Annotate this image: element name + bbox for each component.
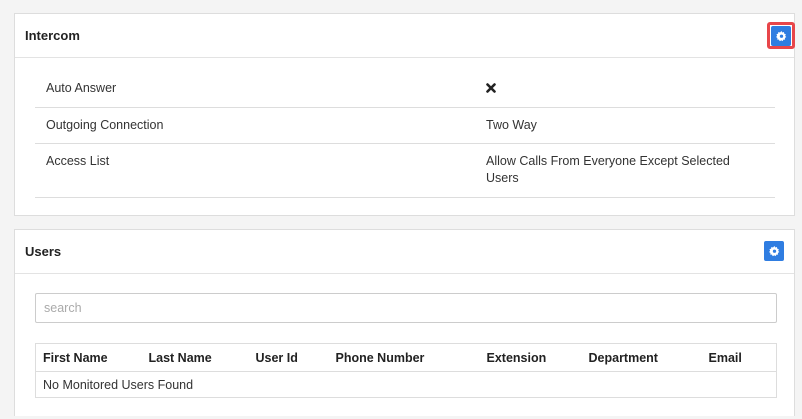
intercom-settings-table: Auto Answer Outgoing Connection Two Way … xyxy=(35,71,775,198)
users-panel-heading: Users xyxy=(15,230,794,274)
gear-icon xyxy=(775,30,786,41)
intercom-panel: Intercom Auto Answer Outgoing Connection… xyxy=(14,13,795,216)
setting-value: Two Way xyxy=(486,118,537,132)
setting-row-outgoing-connection: Outgoing Connection Two Way xyxy=(35,108,775,144)
users-table: First Name Last Name User Id Phone Numbe… xyxy=(35,343,777,398)
table-row: No Monitored Users Found xyxy=(36,372,777,398)
setting-label: Access List xyxy=(46,154,110,168)
setting-value: Allow Calls From Everyone Except Selecte… xyxy=(486,154,730,185)
column-header-extension[interactable]: Extension xyxy=(479,343,582,372)
setting-row-auto-answer: Auto Answer xyxy=(35,71,775,108)
users-title: Users xyxy=(25,244,62,259)
setting-row-access-list: Access List Allow Calls From Everyone Ex… xyxy=(35,144,775,198)
column-header-first-name[interactable]: First Name xyxy=(35,343,142,372)
column-header-email[interactable]: Email xyxy=(701,343,777,372)
x-icon xyxy=(486,82,496,96)
setting-value xyxy=(476,71,775,108)
users-table-header: First Name Last Name User Id Phone Numbe… xyxy=(35,343,777,372)
setting-label: Auto Answer xyxy=(46,81,117,95)
intercom-title: Intercom xyxy=(25,28,80,43)
setting-label: Outgoing Connection xyxy=(46,118,164,132)
column-header-department[interactable]: Department xyxy=(581,343,702,372)
column-header-user-id[interactable]: User Id xyxy=(248,343,329,372)
column-header-phone-number[interactable]: Phone Number xyxy=(328,343,480,372)
intercom-panel-heading: Intercom xyxy=(15,14,795,58)
column-header-last-name[interactable]: Last Name xyxy=(141,343,249,372)
users-panel: Users First Name Last Name User Id Phone… xyxy=(14,229,795,416)
users-settings-button[interactable] xyxy=(764,241,784,261)
gear-icon xyxy=(768,245,779,256)
intercom-settings-button[interactable] xyxy=(771,26,791,46)
empty-message: No Monitored Users Found xyxy=(43,377,194,392)
search-input[interactable] xyxy=(35,293,777,323)
